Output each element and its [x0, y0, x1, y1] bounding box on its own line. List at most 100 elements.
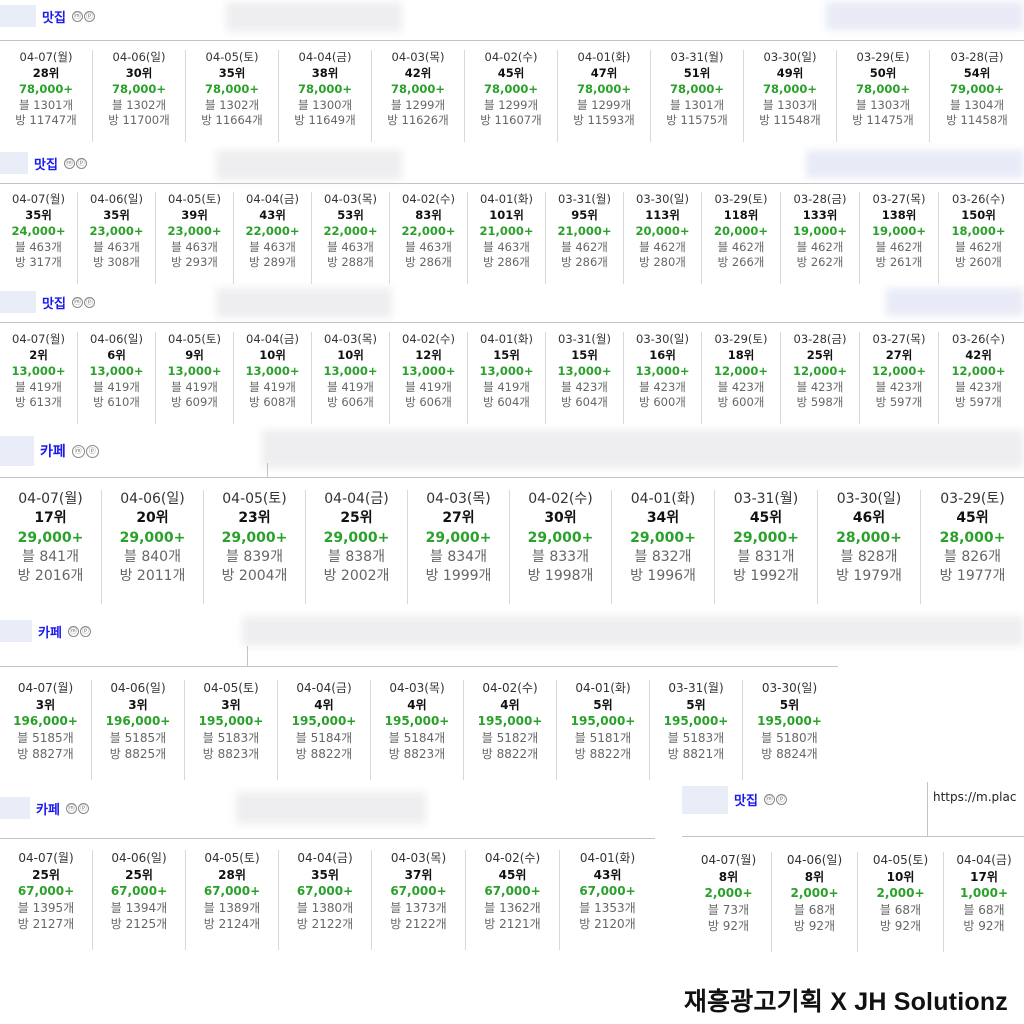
date-cell[interactable]: 04-04(금) 25위 29,000+ 블 838개 방 2002개: [306, 490, 408, 604]
date-cell[interactable]: 04-06(일) 35위 23,000+ 블 463개 방 308개: [78, 192, 156, 284]
date-cell[interactable]: 04-04(금) 43위 22,000+ 블 463개 방 289개: [234, 192, 312, 284]
date-cell[interactable]: 03-30(일) 49위 78,000+ 블 1303개 방 11548개: [744, 50, 837, 142]
category-label[interactable]: 카페: [36, 799, 60, 818]
cell-price: 13,000+: [479, 363, 534, 378]
cell-price: 13,000+: [401, 363, 456, 378]
date-cell[interactable]: 03-28(금) 25위 12,000+ 블 423개 방 598개: [781, 332, 860, 424]
date-cell[interactable]: 03-29(토) 118위 20,000+ 블 462개 방 266개: [702, 192, 781, 284]
cell-blog: 블 1299개: [390, 97, 446, 112]
date-cell[interactable]: 03-30(일) 46위 28,000+ 블 828개 방 1979개: [818, 490, 921, 604]
cell-blog: 블 5183개: [667, 730, 725, 745]
cell-rank: 138위: [881, 207, 917, 222]
date-cell[interactable]: 04-03(목) 53위 22,000+ 블 463개 방 288개: [312, 192, 390, 284]
date-cell[interactable]: 04-05(토) 3위 195,000+ 블 5183개 방 8823개: [185, 680, 278, 780]
date-cell[interactable]: 04-05(토) 39위 23,000+ 블 463개 방 293개: [156, 192, 234, 284]
date-cell[interactable]: 04-06(일) 30위 78,000+ 블 1302개 방 11700개: [93, 50, 186, 142]
date-cell[interactable]: 04-04(금) 35위 67,000+ 블 1380개 방 2122개: [279, 850, 372, 950]
cell-bang: 방 11747개: [15, 113, 77, 128]
date-cell[interactable]: 04-06(일) 6위 13,000+ 블 419개 방 610개: [78, 332, 156, 424]
date-cell[interactable]: 03-31(월) 45위 29,000+ 블 831개 방 1992개: [715, 490, 818, 604]
category-label[interactable]: 맛집: [34, 154, 58, 173]
date-cell[interactable]: 04-01(화) 101위 21,000+ 블 463개 방 286개: [468, 192, 546, 284]
date-cell[interactable]: 04-01(화) 43위 67,000+ 블 1353개 방 2120개: [560, 850, 655, 950]
date-cell[interactable]: 04-02(수) 45위 67,000+ 블 1362개 방 2121개: [466, 850, 560, 950]
date-cell[interactable]: 03-26(수) 42위 12,000+ 블 423개 방 597개: [939, 332, 1018, 424]
date-cell[interactable]: 04-06(일) 25위 67,000+ 블 1394개 방 2125개: [93, 850, 186, 950]
date-cell[interactable]: 04-07(월) 28위 78,000+ 블 1301개 방 11747개: [0, 50, 93, 142]
date-cell[interactable]: 04-07(월) 8위 2,000+ 블 73개 방 92개: [686, 852, 772, 952]
cell-bang: 방 600개: [639, 395, 686, 410]
cell-bang: 방 286개: [483, 255, 530, 270]
date-cell[interactable]: 04-02(수) 12위 13,000+ 블 419개 방 606개: [390, 332, 468, 424]
cell-price: 28,000+: [836, 529, 902, 546]
date-cell[interactable]: 03-31(월) 95위 21,000+ 블 462개 방 286개: [546, 192, 624, 284]
date-cell[interactable]: 03-31(월) 51위 78,000+ 블 1301개 방 11575개: [651, 50, 744, 142]
date-cell[interactable]: 03-26(수) 150위 18,000+ 블 462개 방 260개: [939, 192, 1018, 284]
redacted-block: [0, 291, 36, 313]
date-cell[interactable]: 04-02(수) 4위 195,000+ 블 5182개 방 8822개: [464, 680, 557, 780]
category-label[interactable]: 카페: [38, 622, 62, 641]
date-cell[interactable]: 04-05(토) 10위 2,000+ 블 68개 방 92개: [858, 852, 944, 952]
date-cell[interactable]: 03-28(금) 133위 19,000+ 블 462개 방 262개: [781, 192, 860, 284]
cell-blog: 블 68개: [793, 902, 836, 917]
date-cell[interactable]: 04-01(화) 5위 195,000+ 블 5181개 방 8822개: [557, 680, 650, 780]
date-cell[interactable]: 03-29(토) 45위 28,000+ 블 826개 방 1977개: [921, 490, 1024, 604]
date-cell[interactable]: 04-03(목) 10위 13,000+ 블 419개 방 606개: [312, 332, 390, 424]
cell-price: 18,000+: [951, 223, 1006, 238]
date-cell[interactable]: 04-04(금) 38위 78,000+ 블 1300개 방 11649개: [279, 50, 372, 142]
date-cell[interactable]: 04-07(월) 35위 24,000+ 블 463개 방 317개: [0, 192, 78, 284]
date-cell[interactable]: 04-03(목) 4위 195,000+ 블 5184개 방 8823개: [371, 680, 464, 780]
cell-rank: 35위: [103, 207, 130, 222]
date-cell[interactable]: 04-04(금) 4위 195,000+ 블 5184개 방 8822개: [278, 680, 371, 780]
date-cell[interactable]: 03-27(목) 27위 12,000+ 블 423개 방 597개: [860, 332, 939, 424]
date-cell[interactable]: 03-29(토) 18위 12,000+ 블 423개 방 600개: [702, 332, 781, 424]
cell-date: 04-05(토): [168, 192, 221, 206]
url-text[interactable]: https://m.plac: [933, 790, 1016, 804]
date-cell[interactable]: 04-05(토) 35위 78,000+ 블 1302개 방 11664개: [186, 50, 279, 142]
date-cell[interactable]: 04-01(화) 15위 13,000+ 블 419개 방 604개: [468, 332, 546, 424]
cell-bang: 방 11548개: [759, 113, 821, 128]
cell-bang: 방 8825개: [109, 747, 167, 762]
cell-blog: 블 5183개: [202, 730, 260, 745]
category-label[interactable]: 맛집: [42, 293, 66, 312]
date-cell[interactable]: 03-30(일) 113위 20,000+ 블 462개 방 280개: [624, 192, 702, 284]
date-cell[interactable]: 03-29(토) 50위 78,000+ 블 1303개 방 11475개: [837, 50, 930, 142]
date-cell[interactable]: 03-30(일) 16위 13,000+ 블 423개 방 600개: [624, 332, 702, 424]
date-cell[interactable]: 04-05(토) 9위 13,000+ 블 419개 방 609개: [156, 332, 234, 424]
date-cell[interactable]: 03-28(금) 54위 79,000+ 블 1304개 방 11458개: [930, 50, 1024, 142]
category-label[interactable]: 맛집: [734, 790, 758, 809]
date-cell[interactable]: 04-06(일) 8위 2,000+ 블 68개 방 92개: [772, 852, 858, 952]
cell-bang: 방 266개: [717, 255, 765, 270]
date-cell[interactable]: 04-06(일) 20위 29,000+ 블 840개 방 2011개: [102, 490, 204, 604]
date-cell[interactable]: 03-31(월) 15위 13,000+ 블 423개 방 604개: [546, 332, 624, 424]
category-label[interactable]: 카페: [40, 441, 66, 461]
cell-bang: 방 597개: [875, 395, 923, 410]
date-cell[interactable]: 04-07(월) 3위 196,000+ 블 5185개 방 8827개: [0, 680, 92, 780]
date-cell[interactable]: 04-05(토) 28위 67,000+ 블 1389개 방 2124개: [186, 850, 279, 950]
date-cell[interactable]: 04-07(월) 17위 29,000+ 블 841개 방 2016개: [0, 490, 102, 604]
cell-date: 04-06(일): [90, 192, 143, 206]
date-cell[interactable]: 04-05(토) 23위 29,000+ 블 839개 방 2004개: [204, 490, 306, 604]
date-cell[interactable]: 04-01(화) 34위 29,000+ 블 832개 방 1996개: [612, 490, 715, 604]
date-cell[interactable]: 04-04(금) 17위 1,000+ 블 68개 방 92개: [944, 852, 1024, 952]
date-cell[interactable]: 04-07(월) 25위 67,000+ 블 1395개 방 2127개: [0, 850, 93, 950]
date-cell[interactable]: 04-03(목) 42위 78,000+ 블 1299개 방 11626개: [372, 50, 465, 142]
cell-bang: 방 8824개: [761, 747, 818, 762]
date-cell[interactable]: 04-02(수) 45위 78,000+ 블 1299개 방 11607개: [465, 50, 558, 142]
date-cell[interactable]: 04-03(목) 37위 67,000+ 블 1373개 방 2122개: [372, 850, 466, 950]
cell-bang: 방 2122개: [390, 917, 447, 932]
date-cell[interactable]: 03-30(일) 5위 195,000+ 블 5180개 방 8824개: [743, 680, 836, 780]
date-cell[interactable]: 04-02(수) 30위 29,000+ 블 833개 방 1998개: [510, 490, 612, 604]
date-cell[interactable]: 04-04(금) 10위 13,000+ 블 419개 방 608개: [234, 332, 312, 424]
date-cell[interactable]: 04-02(수) 83위 22,000+ 블 463개 방 286개: [390, 192, 468, 284]
date-cell[interactable]: 04-01(화) 47위 78,000+ 블 1299개 방 11593개: [558, 50, 651, 142]
category-label[interactable]: 맛집: [42, 7, 66, 26]
date-cell[interactable]: 04-06(일) 3위 196,000+ 블 5185개 방 8825개: [92, 680, 185, 780]
date-cell[interactable]: 04-03(목) 27위 29,000+ 블 834개 방 1999개: [408, 490, 510, 604]
cell-rank: 83위: [415, 207, 442, 222]
date-cell[interactable]: 03-31(월) 5위 195,000+ 블 5183개 방 8821개: [650, 680, 743, 780]
cell-rank: 10위: [259, 347, 286, 362]
date-cell[interactable]: 03-27(목) 138위 19,000+ 블 462개 방 261개: [860, 192, 939, 284]
date-cell[interactable]: 04-07(월) 2위 13,000+ 블 419개 방 613개: [0, 332, 78, 424]
cell-rank: 34위: [646, 510, 680, 527]
